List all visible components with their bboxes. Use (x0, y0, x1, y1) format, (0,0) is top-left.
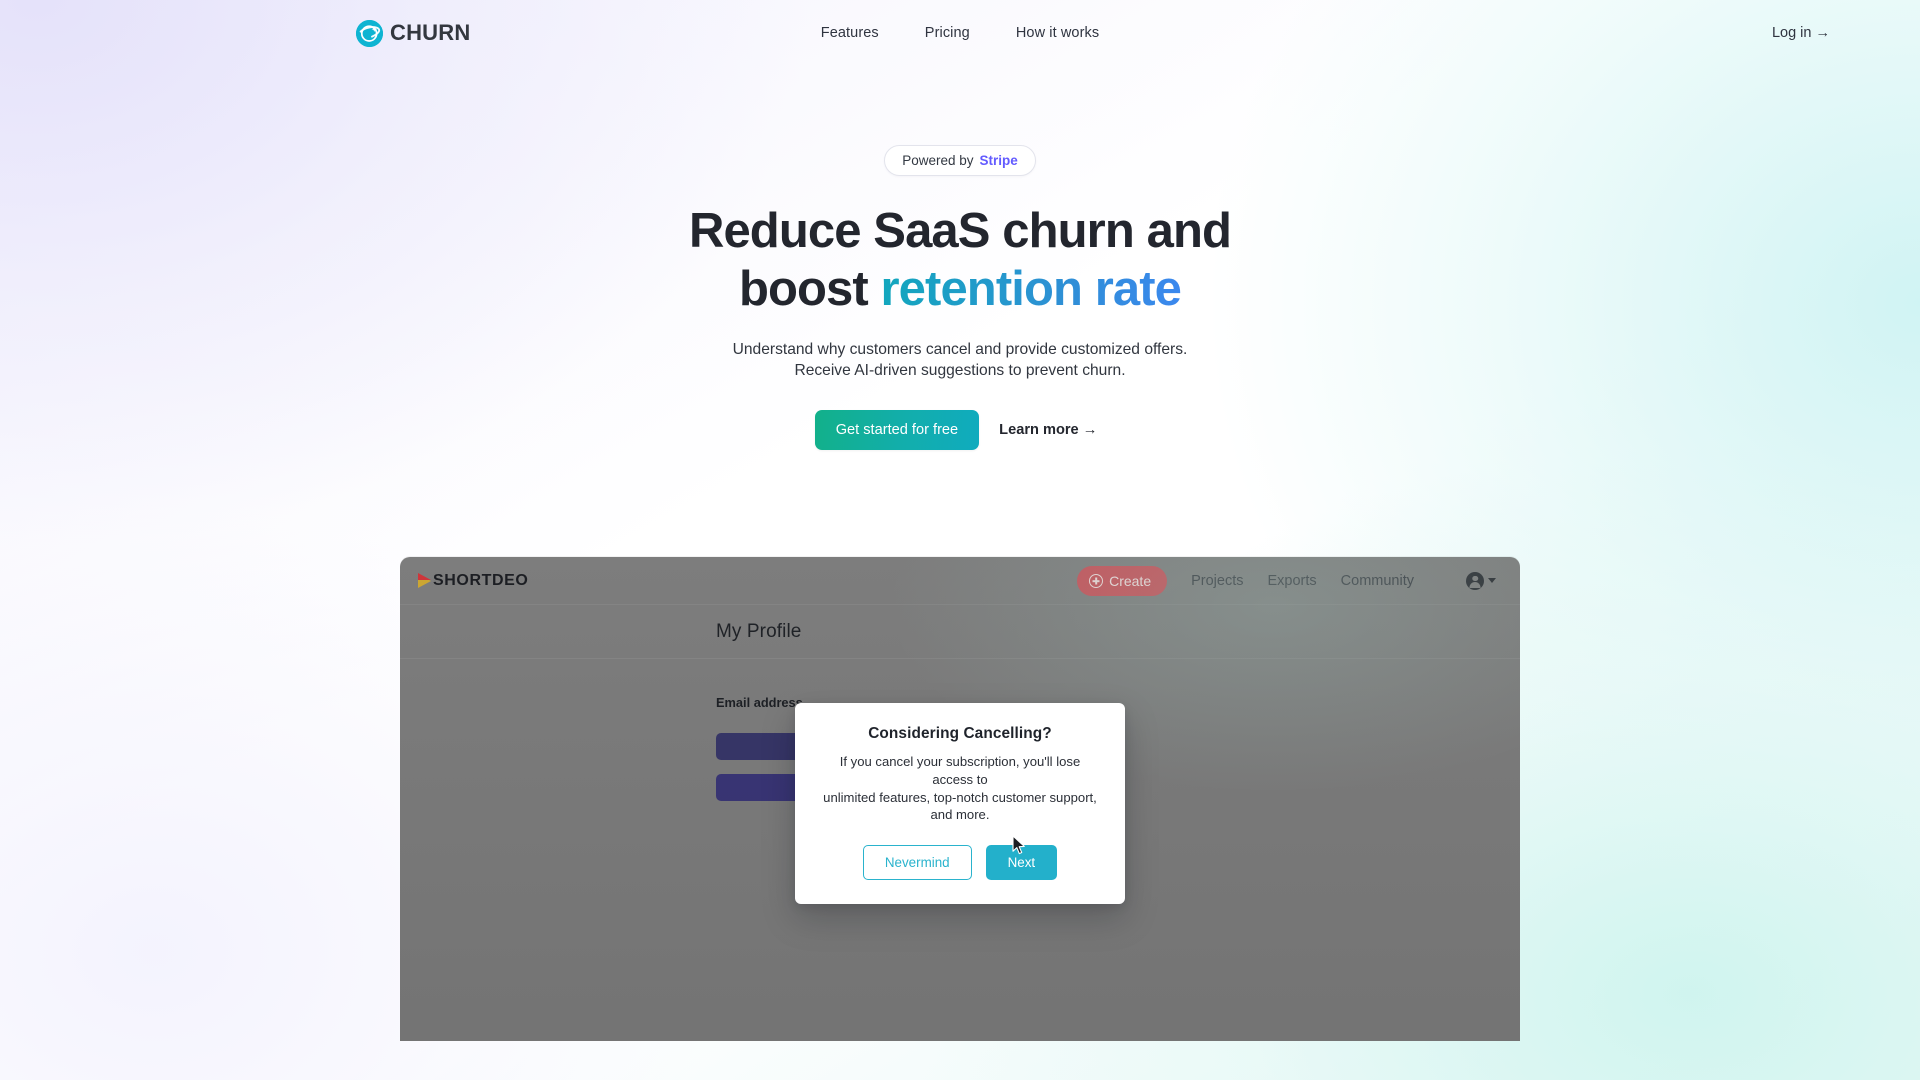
chevron-down-icon (1488, 578, 1496, 584)
login-link[interactable]: Log in → (1772, 25, 1830, 41)
app-page-title-bar: My Profile (400, 605, 1520, 660)
headline-line-1: Reduce SaaS churn and (688, 204, 1232, 258)
headline-plain-part: boost (738, 262, 881, 316)
app-nav-item-projects[interactable]: Projects (1191, 573, 1243, 589)
nav-item-pricing[interactable]: Pricing (925, 25, 970, 41)
churn-orbit-icon (356, 19, 383, 47)
app-page-title: My Profile (716, 620, 802, 642)
account-circle-icon (1466, 571, 1484, 590)
app-name: SHORTDEO (433, 571, 529, 589)
account-menu[interactable] (1466, 571, 1496, 590)
brand-name: CHURN (390, 20, 471, 45)
headline-line-2: boost retention rate (0, 265, 1920, 314)
brand-logo[interactable]: CHURN (356, 19, 471, 47)
page-title: Reduce SaaS churn and boost retention ra… (0, 207, 1920, 314)
badge-brand-stripe: Stripe (979, 153, 1018, 168)
app-header: SHORTDEO Create Projects Exports Communi… (400, 557, 1520, 606)
hero-section: Powered by Stripe Reduce SaaS churn and … (0, 66, 1920, 451)
site-header: CHURN Features Pricing How it works Log … (0, 0, 1920, 66)
nav-item-how-it-works[interactable]: How it works (1016, 25, 1099, 41)
mouse-pointer-icon (1012, 835, 1025, 855)
app-nav-item-community[interactable]: Community (1341, 573, 1414, 589)
subtitle-line-2: Receive AI-driven suggestions to prevent… (794, 361, 1126, 379)
landing-page: CHURN Features Pricing How it works Log … (0, 0, 1920, 1080)
nav-item-features[interactable]: Features (821, 25, 879, 41)
modal-description-line-2: unlimited features, top-notch customer s… (823, 789, 1097, 823)
create-button-label: Create (1109, 572, 1152, 589)
modal-actions: Nevermind Next (819, 835, 1101, 881)
get-started-button[interactable]: Get started for free (814, 410, 980, 451)
hero-cta-row: Get started for free Learn more → (0, 410, 1920, 451)
modal-description-line-1: If you cancel your subscription, you'll … (839, 754, 1081, 787)
cancel-subscription-modal: Considering Cancelling? If you cancel yo… (795, 703, 1125, 905)
app-logo[interactable]: SHORTDEO (418, 572, 528, 590)
next-button-label: Next (1007, 855, 1036, 871)
powered-by-badge: Powered by Stripe (884, 145, 1036, 176)
play-triangle-icon (418, 573, 431, 588)
app-nav: Create Projects Exports Community (1077, 565, 1496, 596)
learn-more-button[interactable]: Learn more → (991, 410, 1105, 450)
modal-title: Considering Cancelling? (868, 725, 1052, 742)
nevermind-button[interactable]: Nevermind (862, 845, 972, 881)
next-button[interactable]: Next (985, 835, 1058, 881)
headline-accent-part: retention rate (880, 262, 1182, 316)
modal-description: If you cancel your subscription, you'll … (819, 753, 1101, 824)
app-nav-item-exports[interactable]: Exports (1268, 573, 1317, 589)
plus-circle-icon (1089, 573, 1104, 588)
badge-prefix: Powered by (902, 153, 974, 168)
create-button[interactable]: Create (1077, 565, 1168, 596)
subtitle-line-1: Understand why customers cancel and prov… (732, 341, 1188, 358)
hero-subtitle: Understand why customers cancel and prov… (0, 340, 1920, 381)
primary-nav: Features Pricing How it works (0, 25, 1920, 41)
